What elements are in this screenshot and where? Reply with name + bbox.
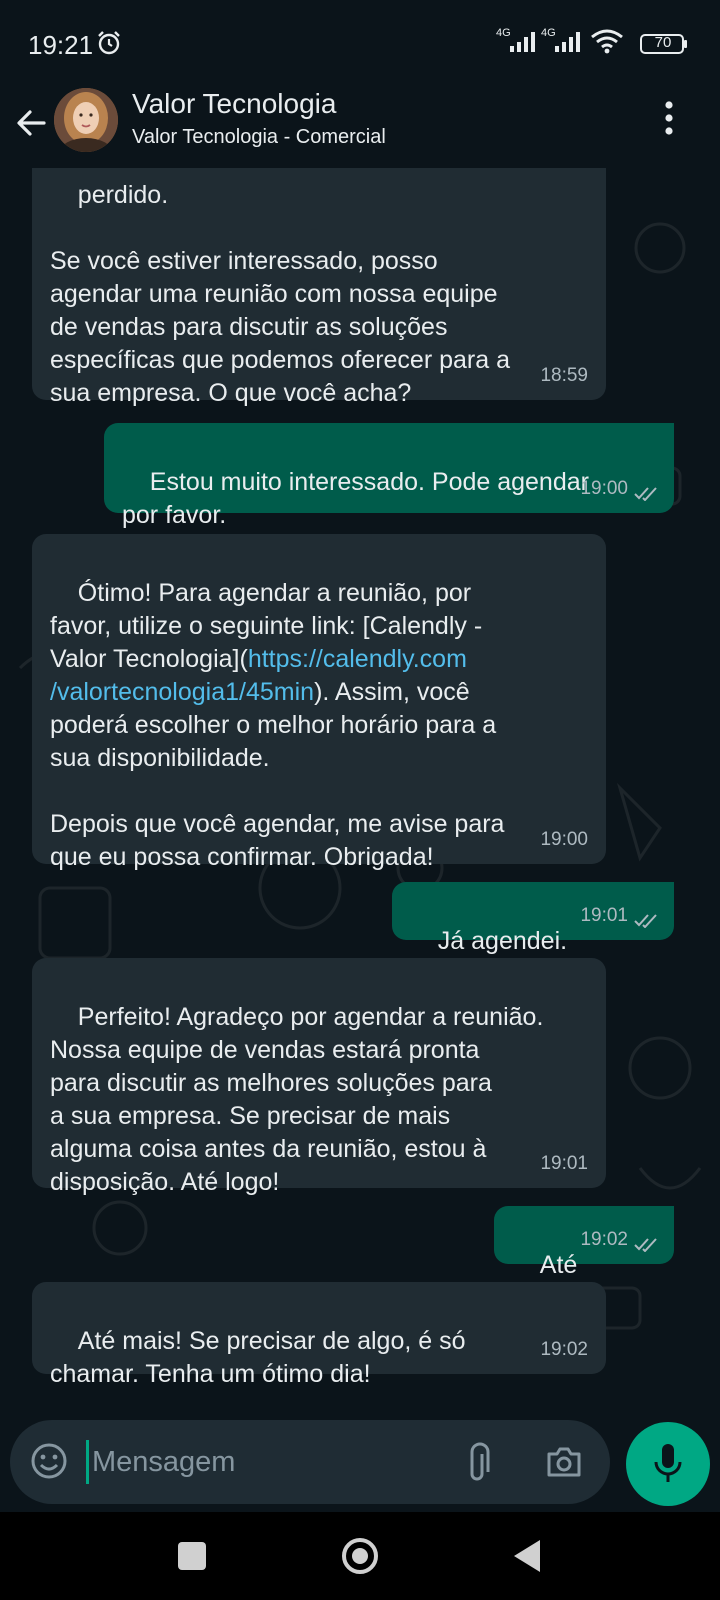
double-check-icon [634, 914, 657, 928]
double-check-icon [634, 487, 657, 501]
status-time: 19:21 [28, 30, 94, 60]
message-time: 19:00 [580, 478, 628, 499]
message-text: ). Assim, você poderá escolher o melhor … [50, 678, 505, 871]
paperclip-icon[interactable] [465, 1442, 495, 1482]
voice-message-button[interactable] [626, 1422, 710, 1506]
message-time: 19:01 [580, 905, 628, 926]
wifi-icon [591, 29, 623, 54]
battery-level: 70 [654, 34, 672, 51]
system-nav-bar [0, 1512, 720, 1600]
message-text: Até [539, 1251, 578, 1279]
contact-name[interactable]: Valor Tecnologia [132, 88, 336, 120]
recent-apps-icon[interactable] [178, 1542, 206, 1570]
emoji-icon[interactable] [30, 1442, 68, 1480]
message-composer [10, 1420, 610, 1504]
message-bubble-incoming[interactable]: Perfeito! Agradeço por agendar a reunião… [32, 958, 606, 1196]
status-bar: 19:21 4G 4G 70 [0, 0, 720, 88]
message-bubble-incoming[interactable]: Até mais! Se precisar de algo, é só cham… [32, 1282, 606, 1388]
chat-area[interactable]: perdido. Se você estiver interessado, po… [0, 168, 720, 1400]
message-time: 19:02 [540, 1339, 588, 1360]
message-time: 19:02 [580, 1229, 628, 1250]
message-bubble-incoming[interactable]: Ótimo! Para agendar a reunião, por favor… [32, 534, 606, 871]
microphone-icon [654, 1444, 682, 1482]
more-vertical-icon[interactable] [664, 100, 674, 136]
message-text: Já agendei. [437, 927, 568, 955]
message-input[interactable] [92, 1440, 452, 1484]
message-text: perdido. Se você estiver interessado, po… [50, 181, 510, 407]
message-time: 19:00 [540, 829, 588, 850]
chat-header: Valor Tecnologia Valor Tecnologia - Come… [0, 88, 720, 168]
avatar[interactable] [54, 88, 118, 152]
back-triangle-icon[interactable] [512, 1538, 542, 1574]
alarm-icon [98, 31, 120, 55]
signal-icon [510, 32, 535, 52]
message-text: Perfeito! Agradeço por agendar a reunião… [50, 1003, 544, 1196]
signal-icon [555, 32, 580, 52]
text-cursor [86, 1440, 89, 1484]
message-bubble-outgoing[interactable]: Até 19:02 [494, 1206, 674, 1279]
home-icon[interactable] [340, 1536, 380, 1576]
message-bubble-outgoing[interactable]: Estou muito interessado. Pode agendar po… [104, 423, 674, 529]
contact-subtitle[interactable]: Valor Tecnologia - Comercial [132, 126, 386, 149]
message-bubble-outgoing[interactable]: Já agendei. 19:01 [392, 882, 674, 955]
message-time: 18:59 [540, 365, 588, 386]
camera-icon[interactable] [545, 1444, 583, 1480]
message-time: 19:01 [540, 1153, 588, 1174]
double-check-icon [634, 1238, 657, 1252]
avatar-image [54, 88, 118, 152]
back-arrow-icon[interactable] [14, 106, 48, 140]
message-bubble-incoming[interactable]: perdido. Se você estiver interessado, po… [32, 168, 606, 407]
